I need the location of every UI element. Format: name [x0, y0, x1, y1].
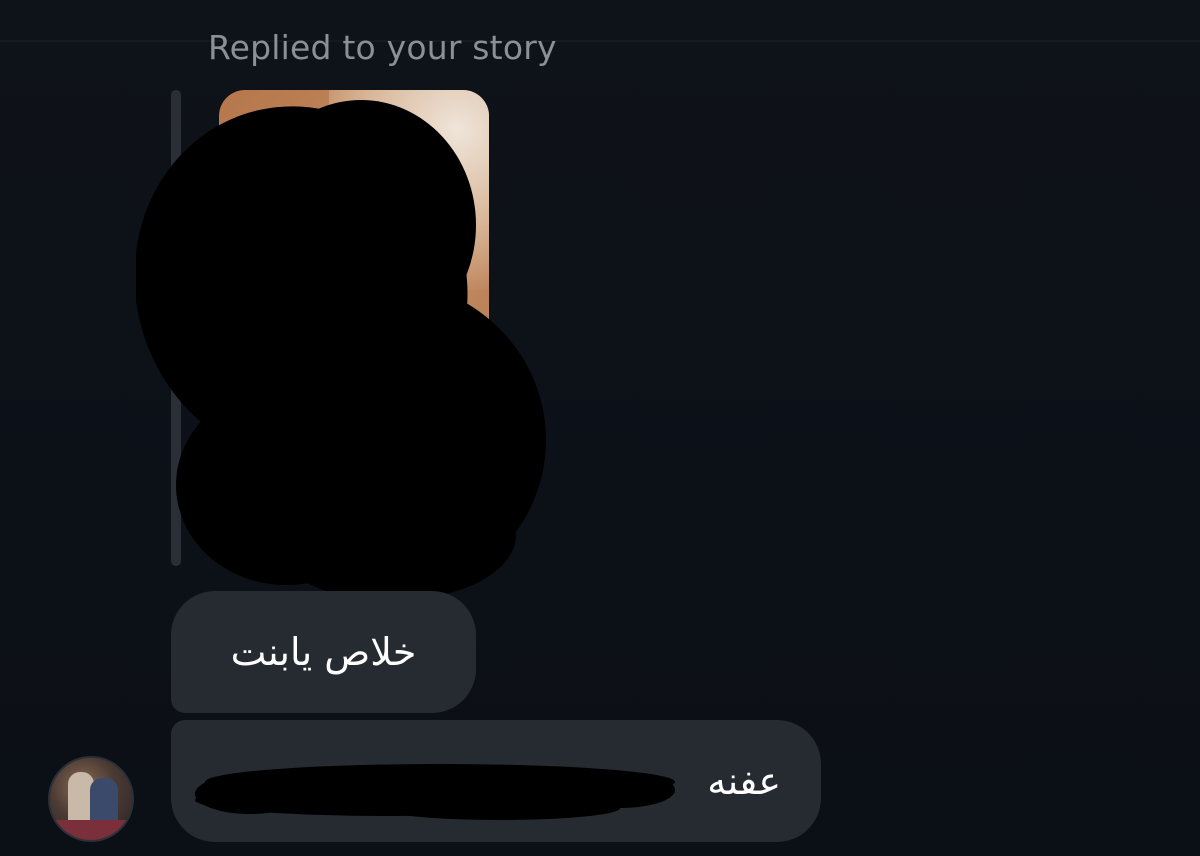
- header-divider: [0, 40, 1200, 42]
- message-text: خلاص يابنت: [230, 630, 417, 674]
- avatar-floor: [50, 820, 132, 840]
- message-text: عفنه: [707, 759, 781, 803]
- text-redaction-scribble: [195, 764, 675, 820]
- dm-thread-screen: Replied to your story خلاص يابنت عفنه: [0, 0, 1200, 856]
- replied-to-story-label: Replied to your story: [208, 28, 557, 67]
- sender-avatar[interactable]: [48, 756, 134, 842]
- message-bubble[interactable]: خلاص يابنت: [171, 591, 476, 713]
- redaction-blob: [136, 100, 546, 600]
